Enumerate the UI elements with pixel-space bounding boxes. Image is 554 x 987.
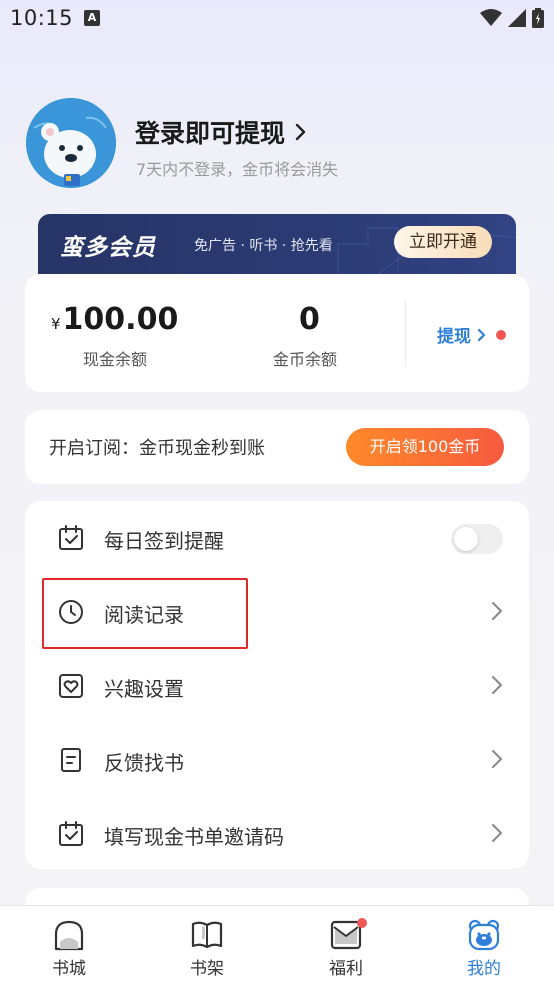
chevron-right-icon <box>295 123 306 141</box>
clock-icon <box>59 600 83 624</box>
chevron-right-icon <box>492 676 502 694</box>
divider <box>405 300 406 366</box>
tab-label: 福利 <box>329 959 363 979</box>
tab-label: 我的 <box>467 959 501 979</box>
toggle-knob <box>454 527 478 551</box>
menu-item-invite-code[interactable]: 填写现金书单邀请码 <box>25 797 529 871</box>
login-subtitle: 7天内不登录，金币将会消失 <box>136 160 339 179</box>
bookstore-icon <box>54 920 84 951</box>
login-title-text: 登录即可提现 <box>135 119 286 148</box>
withdraw-label: 提现 <box>437 327 471 347</box>
subscribe-button[interactable]: 开启领100金币 <box>346 428 504 466</box>
menu-item-label: 反馈找书 <box>104 751 184 775</box>
status-time: 10:15 <box>10 6 74 30</box>
document-icon <box>61 748 81 772</box>
status-icons <box>480 8 544 28</box>
wallet-card: ¥ 100.00 现金余额 0 金币余额 提现 <box>25 274 529 392</box>
menu-item-reading-history[interactable]: 阅读记录 <box>25 575 529 649</box>
vip-description: 免广告 · 听书 · 抢先看 <box>194 238 333 254</box>
battery-icon <box>532 8 544 28</box>
subscribe-card: 开启订阅：金币现金秒到账 开启领100金币 <box>25 410 529 484</box>
chevron-right-icon <box>492 824 502 842</box>
tab-mine[interactable]: 我的 <box>439 914 529 986</box>
checkin-reminder-toggle[interactable] <box>451 524 503 554</box>
cash-label: 现金余额 <box>83 350 148 369</box>
vip-banner[interactable]: 蛮多会员 免广告 · 听书 · 抢先看 立即开通 <box>38 214 516 274</box>
menu-item-label: 填写现金书单邀请码 <box>104 825 284 849</box>
login-title[interactable]: 登录即可提现 <box>135 114 307 150</box>
status-bar: 10:15 A <box>0 0 554 38</box>
bear-face-icon <box>468 919 500 951</box>
profile-section[interactable]: 登录即可提现 7天内不登录，金币将会消失 <box>26 98 526 190</box>
tab-bookshelf[interactable]: 书架 <box>162 914 252 986</box>
bottom-tab-bar: 书城 书架 福利 我的 <box>0 905 554 987</box>
tab-bookstore[interactable]: 书城 <box>24 914 114 986</box>
heart-frame-icon <box>59 674 83 698</box>
avatar[interactable] <box>26 98 116 188</box>
cash-amount: 100.00 <box>62 302 179 337</box>
chevron-right-icon <box>492 602 502 620</box>
menu-item-label: 兴趣设置 <box>104 677 184 701</box>
signal-icon <box>508 9 526 27</box>
tab-label: 书城 <box>52 959 86 979</box>
coin-amount[interactable]: 0 <box>299 302 320 337</box>
menu-item-checkin-reminder[interactable]: 每日签到提醒 <box>25 501 529 575</box>
currency-symbol: ¥ <box>51 315 61 333</box>
notification-badge-icon: A <box>84 10 100 26</box>
withdraw-button[interactable]: 提现 <box>437 322 506 347</box>
menu-item-feedback-find-book[interactable]: 反馈找书 <box>25 723 529 797</box>
chevron-right-icon <box>477 328 486 341</box>
tab-label: 书架 <box>190 959 224 979</box>
menu-item-label: 阅读记录 <box>104 603 184 627</box>
welfare-badge-dot <box>357 918 367 928</box>
withdraw-badge-dot <box>496 329 506 340</box>
coin-label: 金币余额 <box>273 350 338 369</box>
calendar-check-icon <box>59 821 83 846</box>
vip-logo: 蛮多会员 <box>60 235 156 261</box>
tab-welfare[interactable]: 福利 <box>301 914 391 986</box>
bear-avatar-icon <box>26 98 116 188</box>
menu-item-label: 每日签到提醒 <box>104 529 224 553</box>
vip-open-button[interactable]: 立即开通 <box>394 226 492 258</box>
menu-card: 每日签到提醒 阅读记录 兴趣设置 反馈找书 填写现金书单邀请码 <box>25 501 529 869</box>
menu-item-interest-settings[interactable]: 兴趣设置 <box>25 649 529 723</box>
cash-balance[interactable]: ¥ 100.00 <box>51 302 178 337</box>
chevron-right-icon <box>492 750 502 768</box>
wifi-icon <box>480 9 502 26</box>
bookshelf-icon <box>191 921 223 949</box>
subscribe-text: 开启订阅：金币现金秒到账 <box>49 438 265 459</box>
calendar-check-icon <box>59 525 83 550</box>
